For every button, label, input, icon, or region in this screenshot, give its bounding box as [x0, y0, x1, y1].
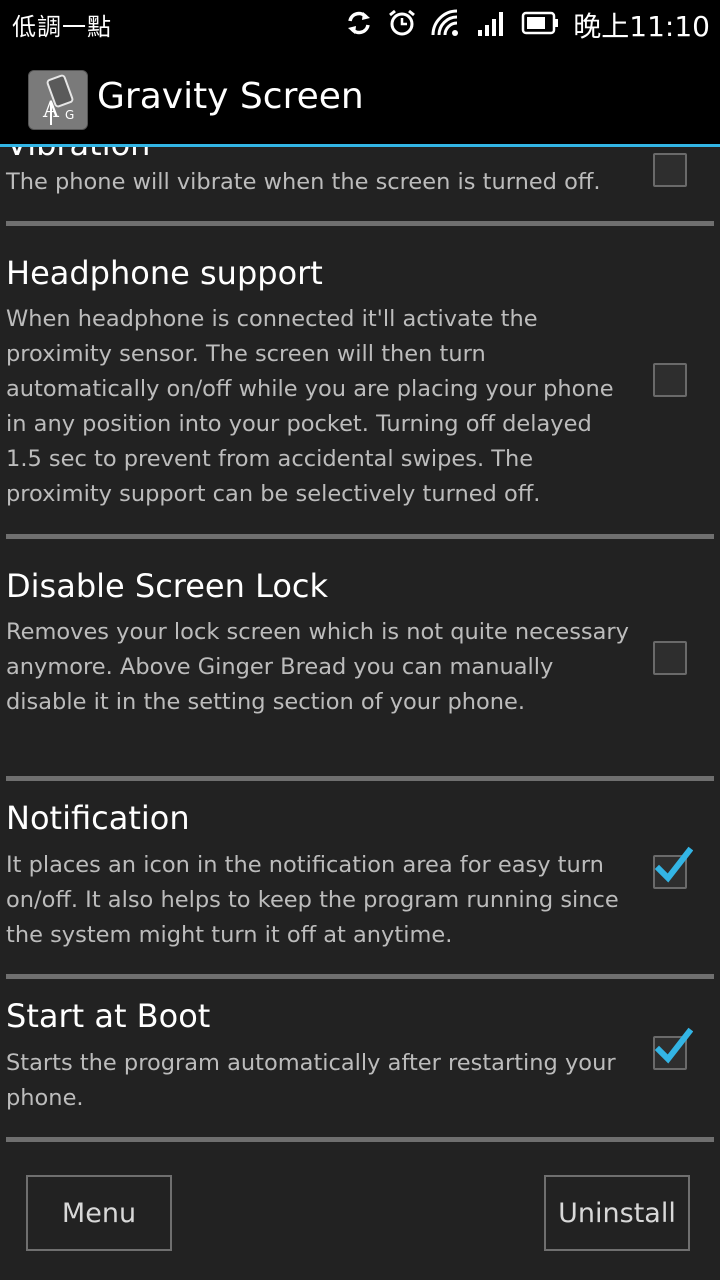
- pref-title: Notification: [6, 799, 190, 837]
- pref-vibration[interactable]: Vibration The phone will vibrate when th…: [0, 147, 720, 227]
- pref-summary: The phone will vibrate when the screen i…: [6, 169, 601, 195]
- pref-start-at-boot[interactable]: Start at Boot Starts the program automat…: [0, 979, 720, 1139]
- menu-button[interactable]: Menu: [26, 1175, 172, 1251]
- checkmark-icon: [654, 846, 693, 883]
- carrier-label: 低調一點: [12, 13, 112, 41]
- headphone-checkbox[interactable]: [653, 363, 687, 397]
- pref-title: Vibration: [6, 147, 150, 163]
- status-icons: 晚上11:10: [345, 6, 710, 44]
- pref-title: Headphone support: [6, 254, 323, 292]
- preferences-list[interactable]: Vibration The phone will vibrate when th…: [0, 147, 720, 1147]
- pref-title: Disable Screen Lock: [6, 567, 329, 605]
- pref-headphone-support[interactable]: Headphone support When headphone is conn…: [0, 226, 720, 536]
- uninstall-button[interactable]: Uninstall: [544, 1175, 690, 1251]
- screen-lock-checkbox[interactable]: [653, 641, 687, 675]
- status-bar: 低調一點 晚上11:10: [0, 0, 720, 50]
- vibration-checkbox[interactable]: [653, 153, 687, 187]
- pref-summary: When headphone is connected it'll activa…: [6, 306, 614, 507]
- action-bar: A G Gravity Screen: [0, 50, 720, 147]
- pref-disable-screen-lock[interactable]: Disable Screen Lock Removes your lock sc…: [0, 539, 720, 779]
- signal-icon: [477, 9, 507, 41]
- svg-text:G: G: [65, 108, 74, 122]
- battery-icon: [521, 10, 559, 40]
- alarm-icon: [387, 8, 417, 42]
- app-icon[interactable]: A G: [28, 70, 88, 130]
- boot-checkbox[interactable]: [653, 1027, 693, 1070]
- divider: [6, 1137, 714, 1142]
- notification-checkbox[interactable]: [653, 846, 693, 889]
- pref-summary: Starts the program automatically after r…: [6, 1050, 616, 1111]
- pref-summary: It places an icon in the notification ar…: [6, 852, 619, 948]
- clock: 晚上11:10: [573, 10, 710, 43]
- pref-summary: Removes your lock screen which is not qu…: [6, 619, 629, 715]
- checkmark-icon: [654, 1027, 693, 1064]
- wifi-icon: [431, 9, 463, 41]
- sync-icon: [345, 9, 373, 41]
- pref-title: Start at Boot: [6, 997, 211, 1035]
- pref-notification[interactable]: Notification It places an icon in the no…: [0, 781, 720, 976]
- app-title: Gravity Screen: [97, 76, 364, 117]
